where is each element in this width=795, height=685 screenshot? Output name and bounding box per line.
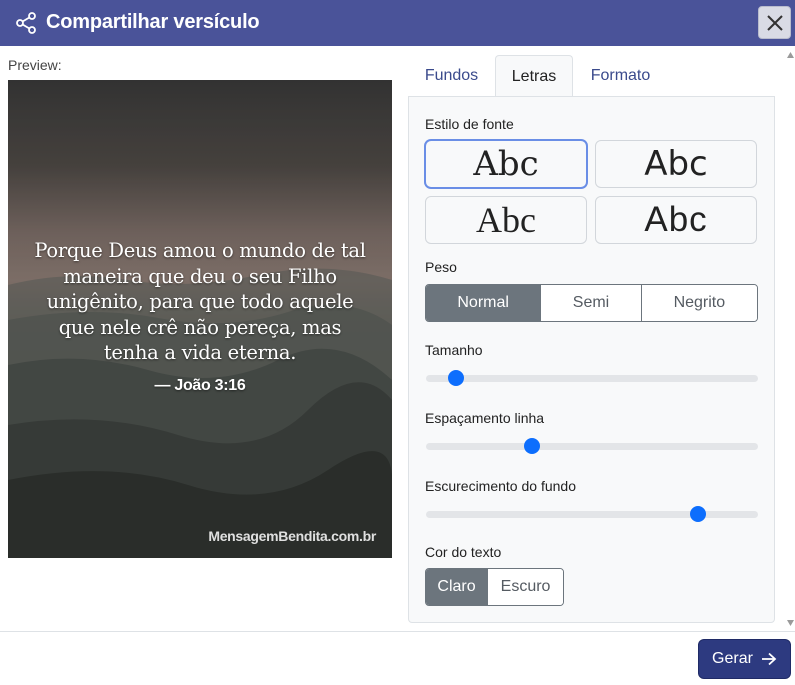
text-color-selector: Claro Escuro <box>425 568 564 606</box>
footer-divider <box>0 631 795 632</box>
slider-track <box>426 375 758 382</box>
darken-slider[interactable] <box>426 504 758 524</box>
size-label: Tamanho <box>425 342 483 358</box>
verse-text: Porque Deus amou o mundo de tal maneira … <box>34 239 366 364</box>
font-option-3[interactable]: Abc <box>425 196 587 244</box>
scroll-up-arrow-icon[interactable] <box>786 51 795 59</box>
text-color-light-button[interactable]: Claro <box>426 569 488 605</box>
share-icon <box>16 12 36 34</box>
text-color-dark-button[interactable]: Escuro <box>487 569 563 605</box>
share-verse-dialog: Compartilhar versículo Preview: Porque D… <box>0 0 795 685</box>
line-spacing-slider[interactable] <box>426 436 758 456</box>
font-option-4[interactable]: Abc <box>595 196 757 244</box>
weight-label: Peso <box>425 259 457 275</box>
font-sample: Abc <box>644 200 708 239</box>
darken-label: Escurecimento do fundo <box>425 478 576 494</box>
scroll-down-arrow-icon[interactable] <box>786 619 795 627</box>
preview-label: Preview: <box>8 57 62 73</box>
generate-label: Gerar <box>712 650 753 667</box>
font-sample: Abc <box>473 144 539 184</box>
weight-selector: Normal Semi Negrito <box>425 284 758 322</box>
line-spacing-label: Espaçamento linha <box>425 410 545 426</box>
arrow-right-icon <box>761 652 777 666</box>
close-button[interactable] <box>758 6 791 39</box>
watermark: MensagemBendita.com.br <box>208 528 376 544</box>
letras-panel: Estilo de fonte Abc Abc Abc Abc Peso Nor… <box>408 96 775 623</box>
slider-thumb[interactable] <box>524 438 541 454</box>
dialog-title: Compartilhar versículo <box>46 11 260 33</box>
close-icon <box>766 14 783 31</box>
verse-reference: — João 3:16 <box>154 377 246 394</box>
font-sample: Abc <box>476 200 536 240</box>
preview-image: Porque Deus amou o mundo de tal maneira … <box>8 80 392 558</box>
slider-track <box>426 443 758 450</box>
font-sample: Abc <box>644 144 708 184</box>
dialog-titlebar: Compartilhar versículo <box>0 0 795 46</box>
tab-letras[interactable]: Letras <box>495 55 573 98</box>
tab-formato[interactable]: Formato <box>573 55 668 97</box>
text-color-label: Cor do texto <box>425 544 502 560</box>
weight-bold-button[interactable]: Negrito <box>640 285 757 321</box>
slider-thumb[interactable] <box>690 506 707 522</box>
weight-semi-button[interactable]: Semi <box>540 285 641 321</box>
tab-fundos[interactable]: Fundos <box>408 55 495 97</box>
font-option-2[interactable]: Abc <box>595 140 757 188</box>
weight-normal-button[interactable]: Normal <box>426 285 541 321</box>
font-option-1[interactable]: Abc <box>425 140 587 188</box>
slider-thumb[interactable] <box>447 370 464 386</box>
generate-button[interactable]: Gerar <box>699 640 790 678</box>
font-style-label: Estilo de fonte <box>425 116 514 132</box>
size-slider[interactable] <box>426 368 758 388</box>
slider-track <box>426 511 758 518</box>
